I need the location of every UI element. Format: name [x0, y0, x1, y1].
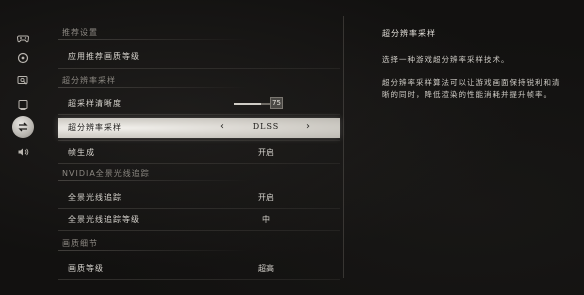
chevron-left-icon[interactable]: ‹	[220, 121, 224, 132]
gamepad-icon	[16, 29, 30, 48]
super-resolution-label: 超分辨率采样	[68, 123, 122, 132]
section-title-detail: 画质细节	[62, 239, 98, 248]
sharpness-row[interactable]: 超采样清晰度 75	[58, 95, 340, 113]
super-resolution-value: DLSS	[252, 122, 280, 131]
search-display-icon	[17, 72, 29, 91]
settings-list: 推荐设置 应用推荐画质等级 超分辨率采样 超采样清晰度 75 超分辨率采样 ‹ …	[58, 0, 340, 295]
description-summary: 选择一种游戏超分辨率采样技术。	[382, 55, 510, 64]
chevron-right-icon[interactable]: ›	[306, 121, 310, 132]
row-divider	[58, 208, 340, 209]
category-audio-disc[interactable]	[10, 46, 36, 70]
apply-recommended-row[interactable]: 应用推荐画质等级	[58, 48, 340, 66]
description-detail: 超分辨率采样算法可以让游戏画面保持锐利和清晰的同时，降低渲染的性能消耗并提升帧率…	[382, 78, 561, 99]
sharpness-slider-fill	[234, 103, 261, 105]
raytracing-level-value: 中	[262, 215, 270, 224]
panel-divider	[343, 16, 344, 278]
section-divider	[58, 39, 248, 40]
active-category-indicator	[12, 116, 34, 138]
row-divider	[58, 163, 340, 164]
section-title-recommended: 推荐设置	[62, 28, 98, 37]
category-screen[interactable]	[10, 93, 36, 117]
section-title-raytracing: NVIDIA全景光线追踪	[62, 169, 150, 178]
frame-generation-label: 帧生成	[68, 148, 95, 157]
sharpness-label: 超采样清晰度	[68, 99, 122, 108]
super-resolution-row[interactable]: 超分辨率采样 ‹ DLSS ›	[58, 118, 340, 138]
quality-level-value: 超高	[258, 264, 274, 273]
raytracing-level-row[interactable]: 全景光线追踪等级 中	[58, 211, 340, 229]
sharpness-value-box: 75	[270, 97, 283, 109]
category-graphics-active[interactable]	[10, 115, 36, 139]
quality-level-label: 画质等级	[68, 264, 104, 273]
swap-arrows-icon	[17, 118, 29, 137]
frame-generation-value: 开启	[258, 148, 274, 157]
apply-recommended-label: 应用推荐画质等级	[68, 52, 140, 61]
speaker-icon	[17, 143, 29, 162]
sharpness-slider[interactable]	[234, 103, 270, 105]
category-sound[interactable]	[10, 140, 36, 164]
row-divider	[58, 68, 340, 69]
row-divider	[58, 230, 340, 231]
raytracing-level-label: 全景光线追踪等级	[68, 215, 140, 224]
row-divider	[58, 140, 340, 141]
category-display-search[interactable]	[10, 69, 36, 93]
raytracing-row[interactable]: 全景光线追踪 开启	[58, 189, 340, 207]
row-divider	[58, 114, 340, 115]
monitor-icon	[17, 96, 29, 115]
row-divider	[58, 279, 340, 280]
section-divider	[58, 250, 248, 251]
description-title: 超分辨率采样	[382, 29, 436, 38]
raytracing-value: 开启	[258, 193, 274, 202]
audio-disc-icon	[17, 49, 29, 68]
frame-generation-row[interactable]: 帧生成 开启	[58, 144, 340, 162]
section-divider	[58, 180, 248, 181]
section-title-super-resolution: 超分辨率采样	[62, 76, 116, 85]
quality-level-row[interactable]: 画质等级 超高	[58, 260, 340, 278]
section-divider	[58, 87, 248, 88]
raytracing-label: 全景光线追踪	[68, 193, 122, 202]
